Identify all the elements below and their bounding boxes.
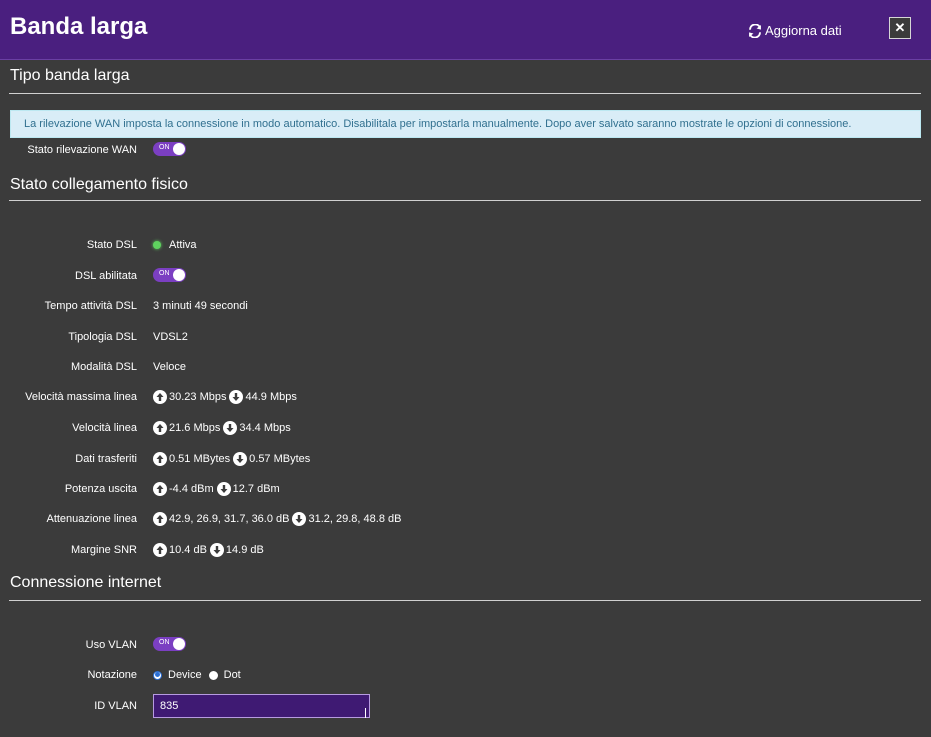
status-led-icon [153,241,161,249]
dsl-status-label: Stato DSL [86,239,137,251]
arrow-down-icon [216,482,231,496]
arrow-up-icon [153,452,167,466]
vlan-id-input[interactable] [153,694,370,718]
toggle-knob [173,143,185,155]
notation-radio-dot[interactable] [208,670,218,680]
arrow-down-icon [292,512,307,526]
data-down: 0.57 MBytes [249,453,311,465]
attenuation-label: Attenuazione linea [46,513,137,525]
arrow-up-icon [153,390,167,404]
vlan-usage-toggle[interactable]: ON [153,637,186,651]
dsl-enabled-label: DSL abilitata [75,270,137,282]
arrow-down-icon [229,390,244,404]
data-up: 0.51 MBytes [169,453,231,465]
speed-up: 21.6 Mbps [169,422,221,434]
dsl-enabled-toggle[interactable]: ON [153,268,186,282]
snr-label: Margine SNR [70,544,137,556]
toggle-knob [173,269,185,281]
arrow-down-icon [233,452,248,466]
arrow-up-icon [153,543,167,557]
vlan-usage-label: Uso VLAN [85,639,137,651]
max-speed-up: 30.23 Mbps [169,391,227,403]
dsl-mode-value: Veloce [153,361,187,373]
snr-up: 10.4 dB [169,544,207,556]
refresh-icon [749,23,761,38]
arrow-up-icon [153,512,167,526]
power-label: Potenza uscita [64,483,137,495]
wan-detection-toggle[interactable]: ON [153,142,186,156]
max-speed-label: Velocità massima linea [25,391,137,403]
toggle-state: ON [159,639,170,646]
refresh-label: Aggiorna dati [765,23,842,38]
dsl-type-label: Tipologia DSL [68,331,137,343]
toggle-state: ON [159,144,170,151]
arrow-down-icon [223,421,238,435]
page-title: Banda larga [10,13,148,40]
text-cursor [365,708,366,718]
power-up: -4.4 dBm [169,483,214,495]
attenuation-up: 42.9, 26.9, 31.7, 36.0 dB [169,513,290,525]
section-title-physical: Stato collegamento fisico [10,176,188,193]
wan-info-alert: La rilevazione WAN imposta la connession… [10,110,921,138]
toggle-state: ON [159,270,170,277]
notation-label: Notazione [87,669,137,681]
notation-radio-device[interactable] [153,670,162,680]
speed-label: Velocità linea [72,422,137,434]
speed-down: 34.4 Mbps [239,422,291,434]
vlan-id-label: ID VLAN [94,700,137,712]
toggle-knob [173,638,185,650]
power-down: 12.7 dBm [232,483,280,495]
data-transferred-label: Dati trasferiti [75,453,137,465]
section-divider [9,200,921,201]
dsl-mode-label: Modalità DSL [70,361,137,373]
wan-detection-label: Stato rilevazione WAN [27,144,137,156]
section-title-internet: Connessione internet [10,574,162,591]
dsl-uptime-label: Tempo attività DSL [44,300,137,312]
page-header: Banda larga Aggiorna dati ✕ [0,0,931,60]
section-divider [9,93,921,94]
snr-down: 14.9 dB [225,544,264,556]
arrow-down-icon [209,543,224,557]
refresh-button[interactable]: Aggiorna dati [748,23,842,38]
arrow-up-icon [153,482,167,496]
dsl-uptime-value: 3 minuti 49 secondi [153,300,248,312]
section-divider [9,600,921,601]
attenuation-down: 31.2, 29.8, 48.8 dB [308,513,402,525]
arrow-up-icon [153,421,167,435]
close-icon: ✕ [894,20,906,35]
dsl-type-value: VDSL2 [153,331,188,343]
dsl-status-value: Attiva [169,239,197,251]
max-speed-down: 44.9 Mbps [245,391,297,403]
section-title-wan: Tipo banda larga [10,67,130,84]
notation-option-device: Device [168,669,202,681]
notation-option-dot: Dot [223,669,241,681]
close-button[interactable]: ✕ [889,17,911,39]
